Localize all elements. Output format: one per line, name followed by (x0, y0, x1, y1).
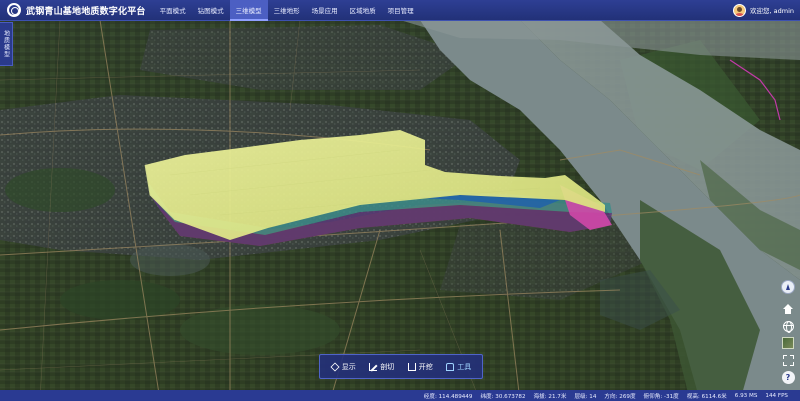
main-nav: 平面模式 钻图模式 三维模型 三维地形 场景应用 区域地质 项目管理 (154, 0, 420, 21)
cut-label: 剖切 (380, 362, 395, 371)
status-heading: 方向: 269度 (604, 393, 636, 400)
globe-button[interactable] (781, 319, 795, 333)
show-button[interactable]: 显示 (330, 361, 356, 372)
status-altitude: 海拔: 21.7米 (533, 393, 567, 400)
status-longitude: 经度: 114.489449 (423, 393, 473, 400)
dig-label: 开挖 (418, 362, 433, 371)
side-tab-geo-model[interactable]: 地质模型 (0, 22, 13, 66)
help-icon: ? (781, 370, 795, 384)
nav-scene-application[interactable]: 场景应用 (306, 0, 344, 21)
top-navigation-bar: 武钢青山基地地质数字化平台 平面模式 钻图模式 三维模型 三维地形 场景应用 区… (0, 0, 800, 21)
nav-project-management[interactable]: 项目管理 (382, 0, 420, 21)
layers-icon (330, 361, 340, 372)
home-icon (783, 304, 793, 314)
toolbox-icon (446, 362, 455, 371)
analysis-toolbar: 显示 剖切 开挖 工具 (319, 354, 483, 379)
welcome-text: 欢迎您, admin (750, 7, 794, 15)
nav-3d-model[interactable]: 三维模型 (229, 0, 268, 21)
excavate-icon (407, 362, 416, 371)
cut-button[interactable]: 剖切 (369, 362, 394, 372)
layer-thumbnail-icon (782, 337, 794, 349)
status-pitch: 俯仰角: -31度 (643, 393, 679, 400)
show-label: 显示 (341, 362, 356, 371)
status-frame-time: 6.93 MS (734, 392, 758, 399)
user-menu[interactable]: 欢迎您, admin (733, 3, 794, 17)
app-logo-icon (7, 3, 21, 17)
nav-3d-terrain[interactable]: 三维地形 (268, 0, 306, 21)
map-view[interactable] (0, 0, 800, 401)
home-button[interactable] (781, 302, 795, 316)
fullscreen-button[interactable] (781, 353, 795, 367)
status-bar: 经度: 114.489449 纬度: 30.673782 海拔: 21.7米 层… (0, 390, 800, 401)
status-fps: 144 FPS (765, 392, 788, 399)
tools-label: 工具 (457, 362, 472, 371)
avatar[interactable] (733, 3, 746, 17)
nav-drill-mode[interactable]: 钻图模式 (192, 0, 230, 21)
compass-icon[interactable] (781, 280, 795, 294)
satellite-scene (0, 0, 800, 401)
section-cut-icon (369, 362, 378, 371)
status-view-height: 视高: 6114.6米 (686, 393, 727, 400)
app-title: 武钢青山基地地质数字化平台 (26, 6, 146, 17)
status-latitude: 纬度: 30.673782 (480, 393, 526, 400)
tools-button[interactable]: 工具 (446, 362, 471, 372)
fullscreen-icon (782, 354, 794, 366)
help-button[interactable]: ? (781, 370, 795, 384)
status-level: 层级: 14 (574, 393, 597, 400)
nav-plane-mode[interactable]: 平面模式 (154, 0, 192, 21)
layer-switch-button[interactable] (781, 336, 795, 350)
dig-button[interactable]: 开挖 (407, 362, 433, 372)
nav-regional-geology[interactable]: 区域地质 (344, 0, 382, 21)
globe-icon (782, 320, 794, 333)
